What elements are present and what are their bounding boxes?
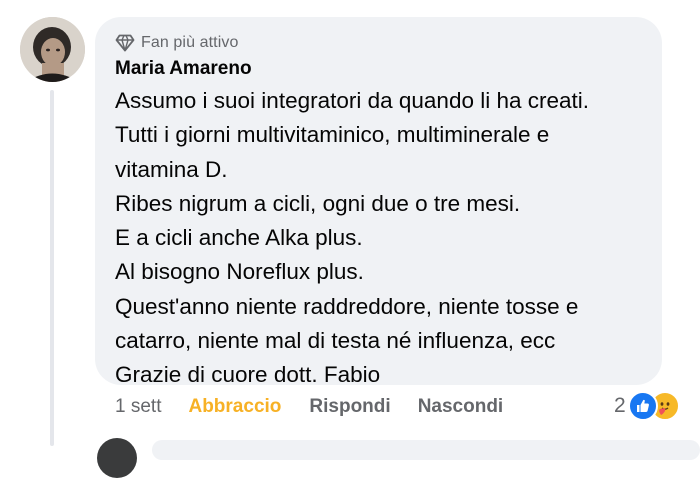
comment-line: Assumo i suoi integratori da quando li h… [115, 88, 590, 113]
comment-text: Assumo i suoi integratori da quando li h… [115, 84, 655, 393]
next-comment-bubble [152, 440, 700, 460]
comment-line: Quest'anno niente raddreddore, niente to… [115, 293, 579, 319]
timestamp-link[interactable]: 1 sett [115, 396, 161, 418]
reaction-count: 2 [614, 394, 626, 417]
reply-button[interactable]: Rispondi [309, 396, 390, 418]
next-comment-avatar[interactable] [97, 438, 137, 478]
comment-line: Ribes nigrum a cicli, ogni due o tre mes… [115, 190, 521, 216]
react-button[interactable]: Abbraccio [188, 396, 281, 418]
comment-line: Grazie di cuore dott. Fabio [115, 362, 381, 388]
comment-line: E a cicli anche Alka plus. [115, 225, 363, 251]
badge-label: Fan più attivo [141, 34, 239, 51]
comment-line: vitamina D. [115, 156, 228, 182]
comment-line: Tutti i giorni multivitaminico, multimin… [115, 122, 550, 148]
comment-actions: 1 sett Abbraccio Rispondi Nascondi [115, 394, 503, 420]
diamond-icon [115, 34, 135, 52]
like-icon [627, 391, 658, 421]
hide-button[interactable]: Nascondi [418, 396, 504, 418]
thread-connector-line [50, 90, 54, 446]
comment-line: catarro, niente mal di testa né influenz… [115, 328, 556, 354]
reactions-summary[interactable]: 2 [614, 391, 680, 421]
comment-author[interactable]: Maria Amareno [115, 58, 252, 80]
avatar[interactable] [20, 17, 85, 82]
top-fan-badge[interactable]: Fan più attivo [115, 31, 238, 55]
comment-line: Al bisogno Noreflux plus. [115, 259, 364, 285]
user-photo-avatar [20, 17, 85, 82]
